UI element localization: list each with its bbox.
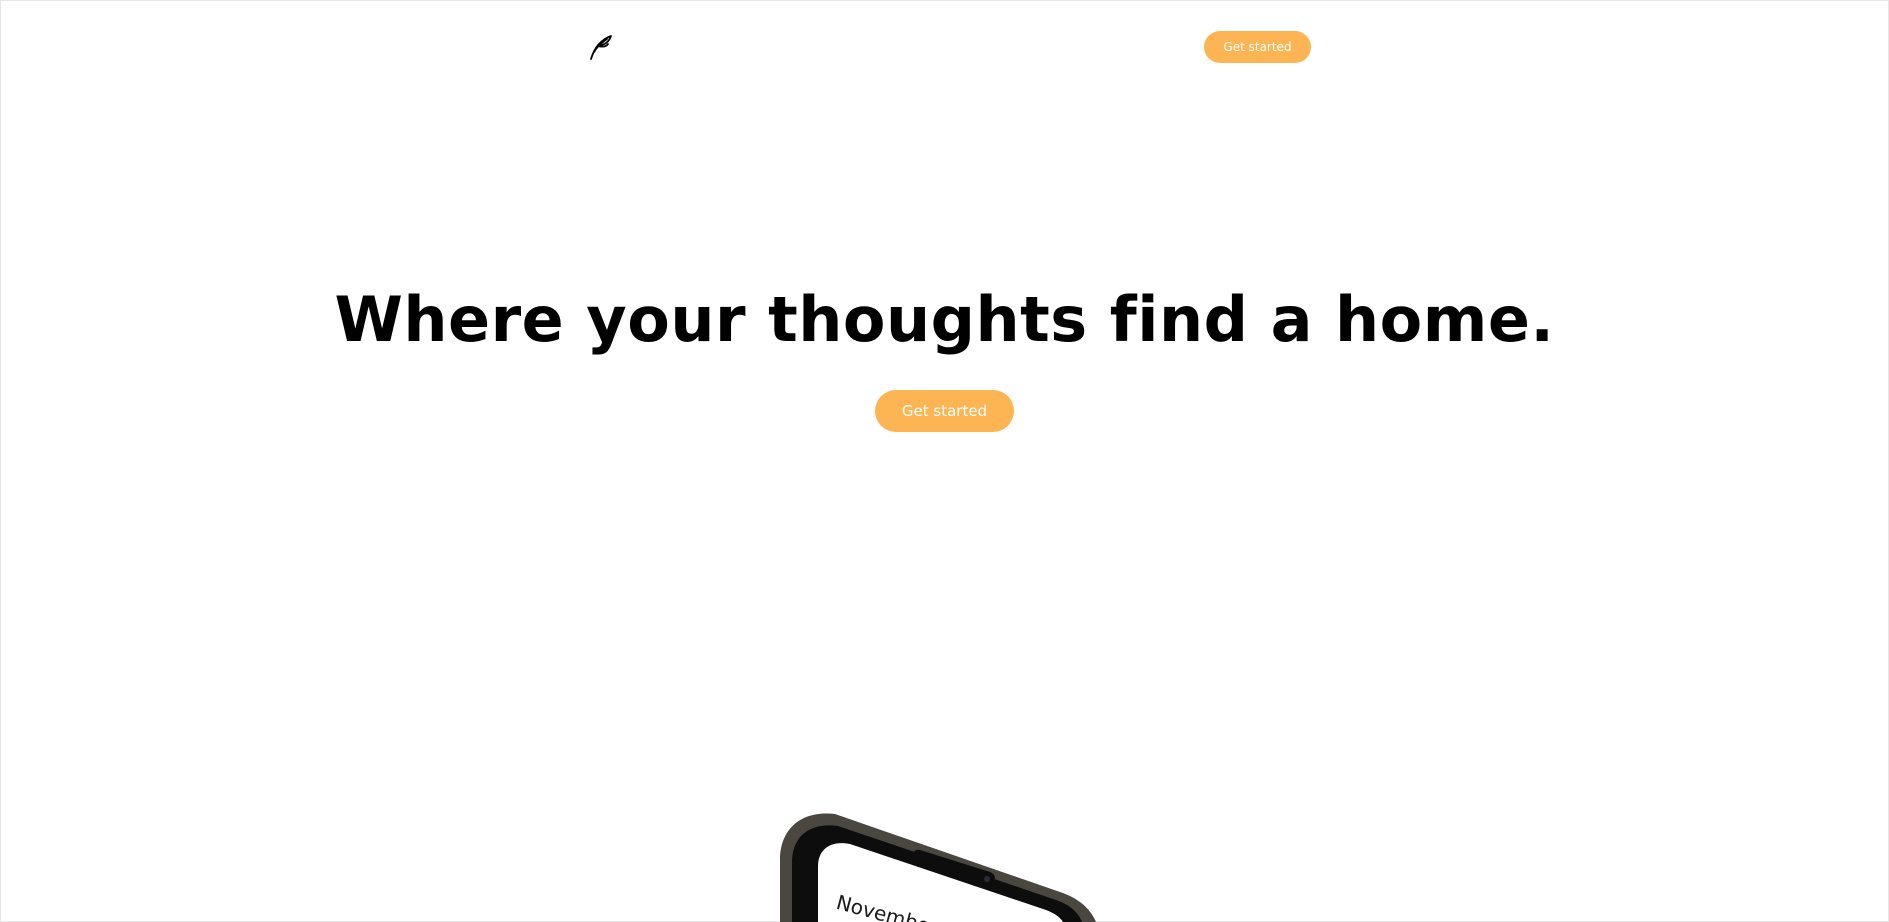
phone-mockup: November 20 (760, 800, 1120, 922)
header-get-started-button[interactable]: Get started (1204, 31, 1311, 63)
hero-get-started-button[interactable]: Get started (875, 390, 1014, 432)
feather-icon[interactable] (588, 33, 614, 61)
hero-title: Where your thoughts find a home. (334, 283, 1555, 356)
page-frame (0, 0, 1889, 922)
